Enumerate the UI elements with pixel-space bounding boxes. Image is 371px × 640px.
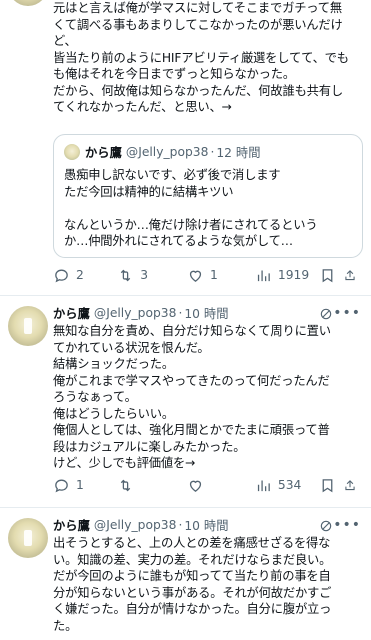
bookmark-icon [322, 268, 333, 282]
views-button[interactable]: 1919 [255, 267, 319, 284]
action-bar: 2 3 1 1919 [53, 264, 363, 286]
retweet-button[interactable]: 3 [117, 267, 187, 284]
tweet-body: 出そうとすると、上の人との差を痛感せざるを得な い。知識の差、実力の差。それだけ… [53, 536, 332, 633]
tweet-1[interactable]: 元はと言えば俺が学マスに対してそこまでガチって無 くて調べる事もあまりしてこなか… [0, 0, 371, 296]
retweet-count: 3 [140, 268, 149, 282]
timestamp[interactable]: 10 時間 [184, 304, 228, 322]
views-count: 534 [277, 478, 302, 492]
user-handle[interactable]: @Jelly_pop38 [94, 518, 177, 532]
like-count: 1 [209, 268, 218, 282]
heart-icon [189, 480, 202, 492]
share-button[interactable] [343, 267, 363, 284]
quoted-avatar [64, 144, 80, 160]
tweet-2[interactable]: から鷹 @Jelly_pop38 · 10 時間 ••• 無知な自分を責め、自分… [0, 296, 371, 508]
reply-count: 2 [76, 268, 84, 282]
tweet-body: 元はと言えば俺が学マスに対してそこまでガチって無 くて調べる事もあまりしてこなか… [53, 1, 349, 114]
reply-icon [55, 269, 68, 282]
reply-count: 1 [76, 478, 84, 492]
more-icon[interactable]: ••• [333, 305, 361, 321]
tweet-header: から鷹 @Jelly_pop38 · 10 時間 [53, 304, 363, 322]
more-icon[interactable]: ••• [333, 517, 361, 533]
timeline-feed: 元はと言えば俺が学マスに対してそこまでガチって無 くて調べる事もあまりしてこなか… [0, 0, 371, 640]
views-chart-icon [257, 270, 270, 281]
display-name[interactable]: から鷹 [53, 304, 90, 322]
like-button[interactable] [187, 477, 255, 494]
grok-icon[interactable] [319, 307, 333, 321]
timestamp[interactable]: 10 時間 [184, 516, 228, 534]
retweet-icon [121, 269, 131, 281]
action-bar: 1 534 [53, 474, 363, 496]
tweet-3[interactable]: から鷹 @Jelly_pop38 · 10 時間 ••• 出そうとすると、上の人… [0, 508, 371, 640]
share-icon [345, 269, 355, 280]
quoted-display-name: から鷹 [85, 146, 122, 160]
reply-button[interactable]: 2 [53, 267, 117, 284]
retweet-icon [121, 479, 131, 491]
bookmark-button[interactable] [319, 267, 343, 284]
heart-icon [189, 270, 202, 282]
views-chart-icon [257, 480, 270, 491]
separator-dot: · [178, 306, 183, 320]
grok-icon[interactable] [319, 519, 333, 533]
quoted-tweet[interactable]: から鷹 @Jelly_pop38 · 12 時間 愚痴申し訳ないです、必ず後で消… [53, 134, 363, 258]
quoted-handle: @Jelly_pop38 [125, 145, 209, 159]
share-icon [345, 479, 355, 490]
avatar[interactable] [8, 306, 48, 346]
quoted-timestamp[interactable]: 12 時間 [216, 143, 260, 161]
avatar[interactable] [8, 518, 48, 558]
avatar[interactable] [8, 0, 48, 6]
separator-dot: · [178, 518, 183, 532]
views-count: 1919 [277, 268, 310, 282]
quoted-tweet-header: から鷹 @Jelly_pop38 · 12 時間 [64, 143, 352, 161]
user-handle[interactable]: @Jelly_pop38 [94, 306, 177, 320]
bookmark-button[interactable] [319, 477, 343, 494]
display-name[interactable]: から鷹 [53, 516, 90, 534]
reply-icon [55, 479, 68, 492]
retweet-button[interactable] [117, 477, 187, 494]
reply-button[interactable]: 1 [53, 477, 117, 494]
tweet-body: 無知な自分を責め、自分だけ知らなくて周りに置い てかれている状況を恨んだ。 結構… [53, 324, 331, 470]
bookmark-icon [322, 478, 333, 492]
quoted-tweet-body: 愚痴申し訳ないです、必ず後で消します ただ今回は精神的に結構キツい なんというか… [64, 168, 318, 248]
share-button[interactable] [343, 477, 363, 494]
like-button[interactable]: 1 [187, 267, 255, 284]
tweet-header: から鷹 @Jelly_pop38 · 10 時間 [53, 516, 363, 534]
separator-dot: · [210, 145, 215, 159]
views-button[interactable]: 534 [255, 477, 319, 494]
